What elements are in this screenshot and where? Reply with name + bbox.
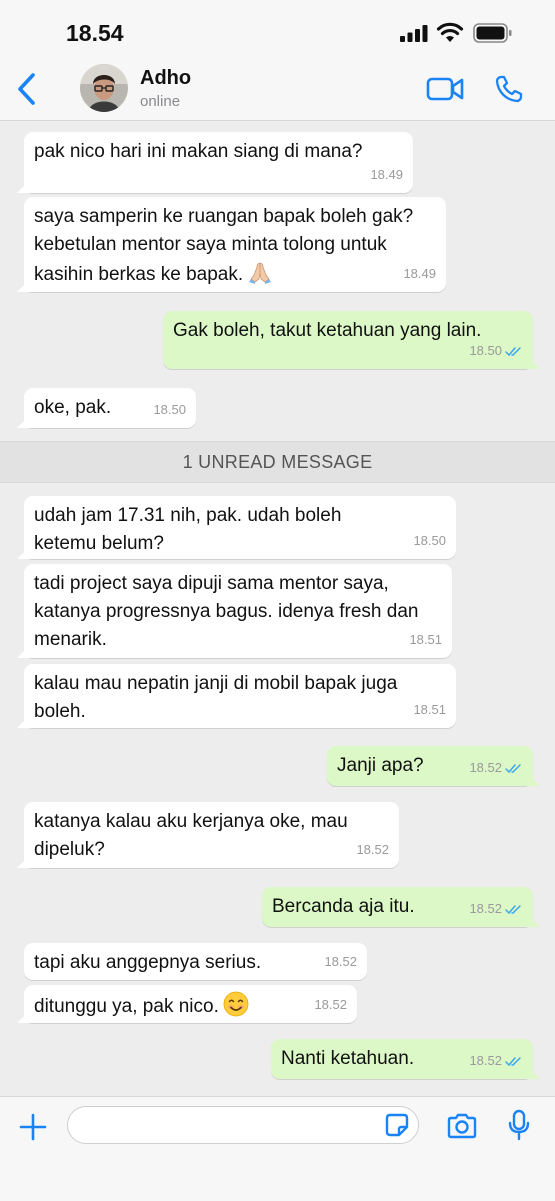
- video-call-icon[interactable]: [426, 75, 464, 103]
- smiling-face-icon: [223, 991, 249, 1017]
- message-incoming[interactable]: tadi project saya dipuji sama mentor say…: [24, 564, 452, 658]
- read-receipt-icon: [505, 1056, 521, 1066]
- message-incoming[interactable]: katanya kalau aku kerjanya oke, mau dipe…: [24, 802, 399, 868]
- folded-hands-icon: [249, 262, 272, 284]
- phone-call-icon[interactable]: [494, 74, 524, 104]
- message-incoming[interactable]: pak nico hari ini makan siang di mana? 1…: [24, 132, 413, 193]
- unread-messages-divider: 1 UNREAD MESSAGE: [0, 441, 555, 483]
- message-incoming[interactable]: saya samperin ke ruangan bapak boleh gak…: [24, 197, 446, 292]
- message-text: tadi project saya dipuji sama mentor say…: [34, 573, 419, 650]
- message-incoming[interactable]: oke, pak. 18.50: [24, 388, 196, 428]
- message-time: 18.52: [356, 842, 389, 857]
- message-time: 18.50: [413, 533, 446, 548]
- status-bar: 18.54: [0, 0, 555, 62]
- message-time: 18.51: [409, 632, 442, 647]
- message-outgoing[interactable]: Nanti ketahuan. 18.52: [271, 1039, 533, 1079]
- message-incoming[interactable]: kalau mau nepatin janji di mobil bapak j…: [24, 664, 456, 728]
- message-time: 18.52: [314, 997, 347, 1012]
- read-receipt-icon: [505, 346, 521, 356]
- message-incoming[interactable]: ditunggu ya, pak nico. 18.52: [24, 985, 357, 1023]
- message-time: 18.52: [469, 760, 502, 775]
- microphone-icon[interactable]: [508, 1109, 530, 1141]
- message-text: pak nico hari ini makan siang di mana?: [34, 141, 363, 162]
- message-text: ditunggu ya, pak nico.: [34, 996, 219, 1017]
- avatar[interactable]: [80, 64, 128, 112]
- message-composer: [0, 1096, 555, 1201]
- message-outgoing[interactable]: Janji apa? 18.52: [327, 746, 533, 786]
- read-receipt-icon: [505, 763, 521, 773]
- message-outgoing[interactable]: Bercanda aja itu. 18.52: [262, 887, 533, 927]
- contact-name[interactable]: Adho: [140, 67, 191, 90]
- chat-area[interactable]: pak nico hari ini makan siang di mana? 1…: [0, 121, 555, 1096]
- message-time: 18.49: [403, 266, 436, 281]
- message-time: 18.52: [324, 954, 357, 969]
- message-outgoing[interactable]: Gak boleh, takut ketahuan yang lain. 18.…: [163, 311, 533, 369]
- message-time: 18.52: [469, 901, 502, 916]
- read-receipt-icon: [505, 904, 521, 914]
- message-time: 18.51: [413, 702, 446, 717]
- signal-icon: [400, 25, 428, 42]
- sticker-icon[interactable]: [384, 1112, 410, 1138]
- message-text: kalau mau nepatin janji di mobil bapak j…: [34, 673, 398, 722]
- message-text: tapi aku anggepnya serius.: [34, 952, 262, 973]
- message-time: 18.52: [469, 1053, 502, 1068]
- message-time: 18.49: [370, 167, 403, 182]
- message-text: katanya kalau aku kerjanya oke, mau dipe…: [34, 811, 348, 860]
- wifi-icon: [436, 22, 464, 42]
- message-text: saya samperin ke ruangan bapak boleh gak…: [34, 206, 414, 285]
- message-time: 18.50: [469, 343, 502, 358]
- message-incoming[interactable]: tapi aku anggepnya serius. 18.52: [24, 943, 367, 980]
- plus-icon[interactable]: [18, 1112, 48, 1142]
- camera-icon[interactable]: [446, 1112, 478, 1140]
- contact-status: online: [140, 93, 181, 110]
- battery-icon: [473, 23, 512, 43]
- message-input[interactable]: [67, 1106, 419, 1144]
- message-text: udah jam 17.31 nih, pak. udah boleh kete…: [34, 505, 342, 554]
- status-time: 18.54: [66, 20, 124, 46]
- chat-header: Adho online: [0, 62, 555, 121]
- back-icon[interactable]: [12, 70, 42, 108]
- message-incoming[interactable]: udah jam 17.31 nih, pak. udah boleh kete…: [24, 496, 456, 559]
- message-time: 18.50: [153, 402, 186, 417]
